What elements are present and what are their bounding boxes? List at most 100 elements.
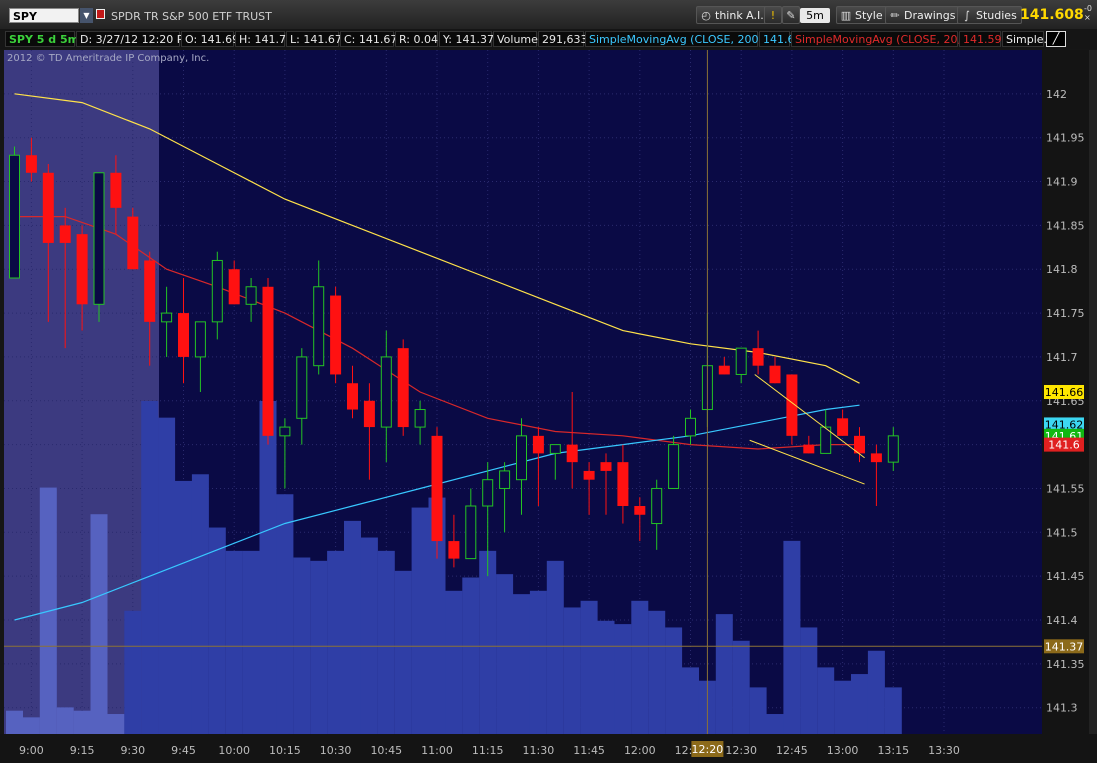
info-study-truncated: Simple.. — [1002, 31, 1051, 47]
symbol-input[interactable]: SPY — [9, 8, 79, 23]
info-y: Y: 141.37 — [439, 31, 494, 47]
studies-button[interactable]: ∫ Studies — [957, 6, 1022, 24]
volume-bar — [276, 494, 294, 734]
pencil-icon: ✏ — [890, 9, 900, 22]
candle-body-up — [380, 356, 392, 428]
volume-bar — [834, 680, 852, 734]
volume-bar — [580, 600, 598, 734]
candle-body-up — [465, 505, 477, 560]
settings-button[interactable]: ✎ — [782, 6, 800, 24]
candle-body-up — [651, 487, 663, 525]
drawings-button[interactable]: ✏ Drawings — [885, 6, 961, 24]
candle-body-down — [803, 444, 815, 454]
volume-bar — [665, 627, 683, 734]
x-tick-label: 11:30 — [523, 744, 555, 757]
volume-bar — [867, 650, 885, 734]
volume-bar — [614, 624, 632, 734]
timeframe-button[interactable]: 5m — [800, 8, 830, 23]
volume-bar — [631, 600, 649, 734]
candle-body-down — [397, 348, 409, 428]
candle-body-up — [499, 470, 511, 489]
candle-body-down — [634, 506, 646, 515]
window-controls[interactable]: -0 × — [1084, 4, 1097, 22]
volume-bar — [90, 514, 108, 734]
y-tick-label: 141.5 — [1046, 526, 1078, 539]
candle-body-down — [347, 383, 358, 410]
info-sma200-label: SimpleMovingAvg (CLOSE, 200, 0) — [585, 31, 777, 47]
candle-body-down — [718, 365, 730, 375]
volume-bar — [597, 620, 615, 734]
candle-body-up — [668, 444, 680, 489]
volume-bar — [191, 474, 209, 734]
candle-body-down — [431, 435, 443, 542]
style-label: Style — [855, 9, 883, 22]
info-close: C: 141.67 — [340, 31, 397, 47]
volume-bar — [817, 667, 835, 734]
candle-body-down — [330, 295, 342, 375]
candle-body-down — [127, 216, 139, 270]
price-flag-3-label: 141.6 — [1048, 439, 1080, 452]
volume-bar — [411, 507, 429, 734]
drawings-label: Drawings — [904, 9, 956, 22]
volume-bar — [344, 520, 361, 734]
candle-body-up — [245, 286, 257, 305]
x-tick-label: 10:45 — [370, 744, 402, 757]
info-high: H: 141.71 — [235, 31, 293, 47]
x-tick-label: 9:15 — [70, 744, 95, 757]
y-tick-label: 141.35 — [1046, 658, 1085, 671]
volume-bar — [141, 401, 159, 734]
candle-body-down — [42, 172, 54, 243]
line-chart-icon[interactable]: ╱ — [1046, 31, 1066, 47]
candle-body-down — [76, 234, 88, 305]
candle-body-up — [735, 347, 747, 375]
info-volume-label: Volume — [493, 31, 538, 47]
candle-body-up — [887, 435, 899, 463]
volume-bar — [783, 540, 801, 734]
candle-body-up — [549, 444, 561, 454]
warning-icon: ! — [770, 9, 776, 22]
candle-body-up — [516, 435, 527, 481]
x-tick-label: 13:15 — [877, 744, 909, 757]
volume-bar — [208, 527, 226, 734]
volume-bar — [310, 560, 328, 734]
x-tick-label: 10:30 — [320, 744, 352, 757]
x-tick-label: 13:00 — [827, 744, 859, 757]
x-tick-label: 11:00 — [421, 744, 453, 757]
think-ai-button[interactable]: ◴ think A.I. — [696, 6, 769, 24]
candle-body-up — [482, 479, 494, 507]
volume-bar — [682, 667, 699, 734]
y-tick-label: 141.9 — [1046, 176, 1078, 189]
clock-icon: ◴ — [701, 9, 711, 22]
candle-body-down — [600, 462, 612, 471]
candle-body-up — [414, 409, 426, 428]
candle-body-down — [144, 260, 156, 322]
info-volume-value: 291,633 — [538, 31, 588, 47]
studies-label: Studies — [976, 9, 1017, 22]
symbol-link-icon[interactable] — [96, 9, 105, 19]
x-tick-label: 10:00 — [218, 744, 250, 757]
volume-bar — [884, 687, 902, 734]
info-date: D: 3/27/12 12:20 PM — [76, 31, 193, 47]
x-tick-label: 11:15 — [472, 744, 504, 757]
style-button[interactable]: ▥ Style — [836, 6, 888, 24]
candle-body-up — [296, 356, 308, 419]
candle-body-down — [448, 541, 460, 559]
volume-bar — [800, 627, 818, 734]
candle-body-down — [110, 172, 122, 208]
warning-button[interactable]: ! — [764, 6, 782, 24]
crosshair-time-label: 12:20 — [692, 743, 724, 756]
volume-bar — [360, 537, 378, 734]
price-chart[interactable]: 142 141.95 141.9 141.85 141.8 141.75 141.7 141.… — [0, 49, 1097, 763]
y-tick-label: 141.75 — [1046, 307, 1085, 320]
candle-body-up — [161, 312, 173, 323]
candle-body-down — [870, 453, 882, 463]
y-tick-label: 141.4 — [1046, 614, 1078, 627]
y-tick-label: 141.85 — [1046, 219, 1085, 232]
x-tick-label: 9:45 — [171, 744, 196, 757]
symbol-dropdown-button[interactable]: ▼ — [80, 8, 93, 23]
volume-bar — [546, 560, 564, 734]
candle-body-up — [685, 417, 696, 437]
y-tick-label: 141.45 — [1046, 570, 1085, 583]
scrollbar[interactable] — [1089, 50, 1097, 763]
x-tick-label: 9:00 — [19, 744, 44, 757]
